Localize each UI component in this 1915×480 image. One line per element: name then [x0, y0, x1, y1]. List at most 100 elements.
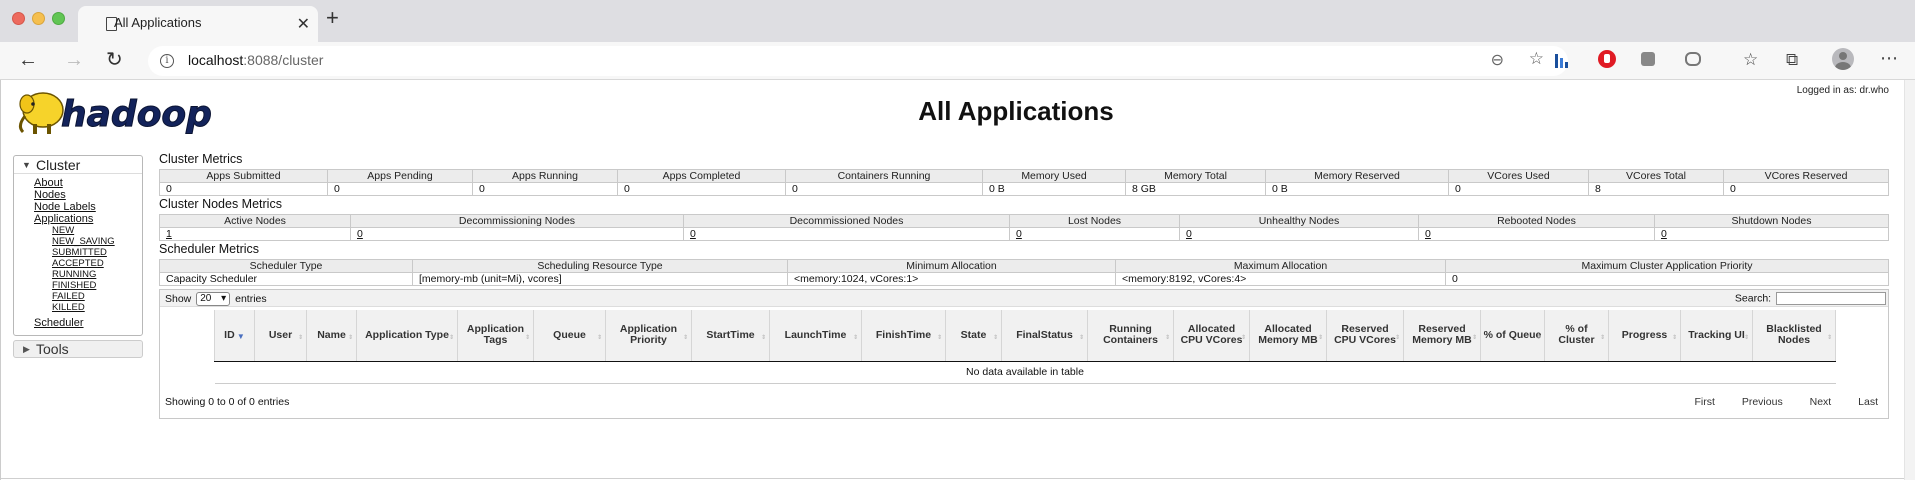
- sidebar-link-new-saving[interactable]: NEW_SAVING: [52, 236, 142, 247]
- column-header-of-cluster[interactable]: % of Cluster ⇕: [1544, 310, 1609, 362]
- column-header-queue[interactable]: Queue ⇕: [533, 310, 606, 362]
- close-window-button[interactable]: [12, 12, 25, 25]
- sort-icon: ⇕: [1394, 335, 1400, 341]
- maximize-window-button[interactable]: [52, 12, 65, 25]
- column-header-application-tags[interactable]: Application Tags ⇕: [457, 310, 534, 362]
- plus-icon[interactable]: +: [326, 7, 339, 29]
- column-header-launchtime[interactable]: LaunchTime ⇕: [769, 310, 862, 362]
- column-header-reserved-cpu-vcores[interactable]: Reserved CPU VCores ⇕: [1326, 310, 1404, 362]
- pager-first[interactable]: First: [1695, 396, 1715, 408]
- search-input[interactable]: [1776, 292, 1886, 305]
- metric-header-vcores-reserved: VCores Reserved: [1723, 169, 1889, 183]
- metric-link-rebooted-nodes[interactable]: 0: [1425, 228, 1431, 240]
- page-title: All Applications: [918, 96, 1114, 126]
- metric-header-scheduling-resource-type: Scheduling Resource Type: [412, 259, 788, 273]
- app-state-list: NEW NEW_SAVING SUBMITTED ACCEPTED RUNNIN…: [34, 225, 142, 313]
- metric-value-unhealthy-nodes[interactable]: 0: [1179, 227, 1419, 241]
- address-bar[interactable]: i localhost:8088/cluster ⊖ ☆: [148, 46, 1568, 76]
- sidebar-link-failed[interactable]: FAILED: [52, 291, 142, 302]
- sidebar-link-nodes[interactable]: Nodes: [34, 189, 142, 201]
- extension-gray-icon[interactable]: [1641, 52, 1655, 66]
- metric-link-unhealthy-nodes[interactable]: 0: [1186, 228, 1192, 240]
- sidebar-link-scheduler[interactable]: Scheduler: [34, 317, 142, 329]
- cluster-header[interactable]: ▼ Cluster: [14, 156, 142, 174]
- sidebar-link-accepted[interactable]: ACCEPTED: [52, 258, 142, 269]
- metric-link-decommissioned-nodes[interactable]: 0: [690, 228, 696, 240]
- close-icon[interactable]: ✕: [297, 14, 310, 34]
- sidebar-link-node-labels[interactable]: Node Labels: [34, 201, 142, 213]
- sidebar-link-finished[interactable]: FINISHED: [52, 280, 142, 291]
- metric-link-decommissioning-nodes[interactable]: 0: [357, 228, 363, 240]
- info-icon[interactable]: i: [160, 54, 174, 68]
- sort-icon: ⇕: [682, 335, 688, 341]
- reload-icon[interactable]: ↻: [106, 47, 123, 73]
- more-icon[interactable]: ⋯: [1880, 46, 1898, 70]
- metric-link-shutdown-nodes[interactable]: 0: [1661, 228, 1667, 240]
- sidebar-link-running[interactable]: RUNNING: [52, 269, 142, 280]
- metric-value-lost-nodes[interactable]: 0: [1009, 227, 1180, 241]
- column-header-tracking-ui[interactable]: Tracking UI ⇕: [1680, 310, 1753, 362]
- column-header-application-type[interactable]: Application Type ⇕: [356, 310, 458, 362]
- url-text[interactable]: localhost:8088/cluster: [188, 52, 323, 68]
- cluster-section: ▼ Cluster About Nodes Node Labels Applic…: [13, 155, 143, 336]
- extension-adblock-icon[interactable]: [1598, 50, 1616, 68]
- sidebar-link-new[interactable]: NEW: [52, 225, 142, 236]
- metric-value-decommissioned-nodes[interactable]: 0: [683, 227, 1010, 241]
- column-header-state[interactable]: State ⇕: [945, 310, 1002, 362]
- metric-value-apps-submitted: 0: [159, 182, 328, 196]
- column-label: Blacklisted Nodes: [1766, 322, 1822, 347]
- column-header-starttime[interactable]: StartTime ⇕: [691, 310, 770, 362]
- tools-section[interactable]: ▶ Tools: [13, 340, 143, 358]
- pager-next[interactable]: Next: [1810, 396, 1832, 408]
- search-label: Search:: [1734, 292, 1772, 305]
- sort-icon: ⇕: [1599, 335, 1605, 341]
- column-header-of-queue[interactable]: % of Queue ⇕: [1480, 310, 1545, 362]
- column-header-allocated-memory-mb[interactable]: Allocated Memory MB ⇕: [1249, 310, 1327, 362]
- column-header-allocated-cpu-vcores[interactable]: Allocated CPU VCores ⇕: [1173, 310, 1250, 362]
- browser-tab[interactable]: All Applications ✕: [78, 6, 318, 42]
- metric-value-rebooted-nodes[interactable]: 0: [1418, 227, 1655, 241]
- column-header-progress[interactable]: Progress ⇕: [1608, 310, 1681, 362]
- column-header-name[interactable]: Name ⇕: [306, 310, 357, 362]
- metric-value-decommissioning-nodes[interactable]: 0: [350, 227, 684, 241]
- forward-icon[interactable]: →: [64, 47, 84, 73]
- sort-icon: ⇕: [448, 335, 454, 341]
- minimize-window-button[interactable]: [32, 12, 45, 25]
- sidebar-link-submitted[interactable]: SUBMITTED: [52, 247, 142, 258]
- zoom-out-icon[interactable]: ⊖: [1491, 50, 1504, 70]
- column-header-finishtime[interactable]: FinishTime ⇕: [861, 310, 946, 362]
- star-icon[interactable]: ☆: [1529, 49, 1544, 69]
- column-header-id[interactable]: ID ▼: [214, 310, 255, 362]
- scheduler-metrics-title: Scheduler Metrics: [159, 242, 260, 256]
- extension-outline-icon[interactable]: [1685, 52, 1701, 66]
- metric-header-maximum-allocation: Maximum Allocation: [1115, 259, 1446, 273]
- sidebar-link-about[interactable]: About: [34, 177, 142, 189]
- applications-table: ID ▼ User ⇕ Name ⇕ Application Type ⇕ Applicati…: [214, 310, 1836, 384]
- column-header-blacklisted-nodes[interactable]: Blacklisted Nodes ⇕: [1752, 310, 1836, 362]
- column-label: State: [960, 328, 987, 341]
- scrollbar[interactable]: [1904, 80, 1915, 480]
- metric-value-apps-completed: 0: [617, 182, 786, 196]
- page-bottom-border: [1, 478, 1905, 479]
- column-header-finalstatus[interactable]: FinalStatus ⇕: [1001, 310, 1088, 362]
- column-header-application-priority[interactable]: Application Priority ⇕: [605, 310, 692, 362]
- metric-link-lost-nodes[interactable]: 0: [1016, 228, 1022, 240]
- column-header-user[interactable]: User ⇕: [254, 310, 307, 362]
- sort-icon: ⇕: [760, 335, 766, 341]
- sidebar-link-applications[interactable]: Applications: [34, 213, 142, 225]
- sidebar-link-killed[interactable]: KILLED: [52, 302, 142, 313]
- back-icon[interactable]: ←: [18, 47, 38, 73]
- metric-link-active-nodes[interactable]: 1: [166, 228, 172, 240]
- pager-previous[interactable]: Previous: [1742, 396, 1783, 408]
- favorites-icon[interactable]: ☆: [1743, 48, 1758, 72]
- metric-value-active-nodes[interactable]: 1: [159, 227, 351, 241]
- profile-icon[interactable]: [1832, 48, 1854, 70]
- collections-icon[interactable]: ⧉: [1786, 48, 1798, 72]
- metric-value-shutdown-nodes[interactable]: 0: [1654, 227, 1889, 241]
- entries-select[interactable]: 20: [196, 292, 231, 306]
- pager-last[interactable]: Last: [1858, 396, 1878, 408]
- sort-icon: ⇕: [936, 335, 942, 341]
- column-header-running-containers[interactable]: Running Containers ⇕: [1087, 310, 1174, 362]
- column-header-reserved-memory-mb[interactable]: Reserved Memory MB ⇕: [1403, 310, 1481, 362]
- extension-bars-icon[interactable]: [1554, 50, 1570, 68]
